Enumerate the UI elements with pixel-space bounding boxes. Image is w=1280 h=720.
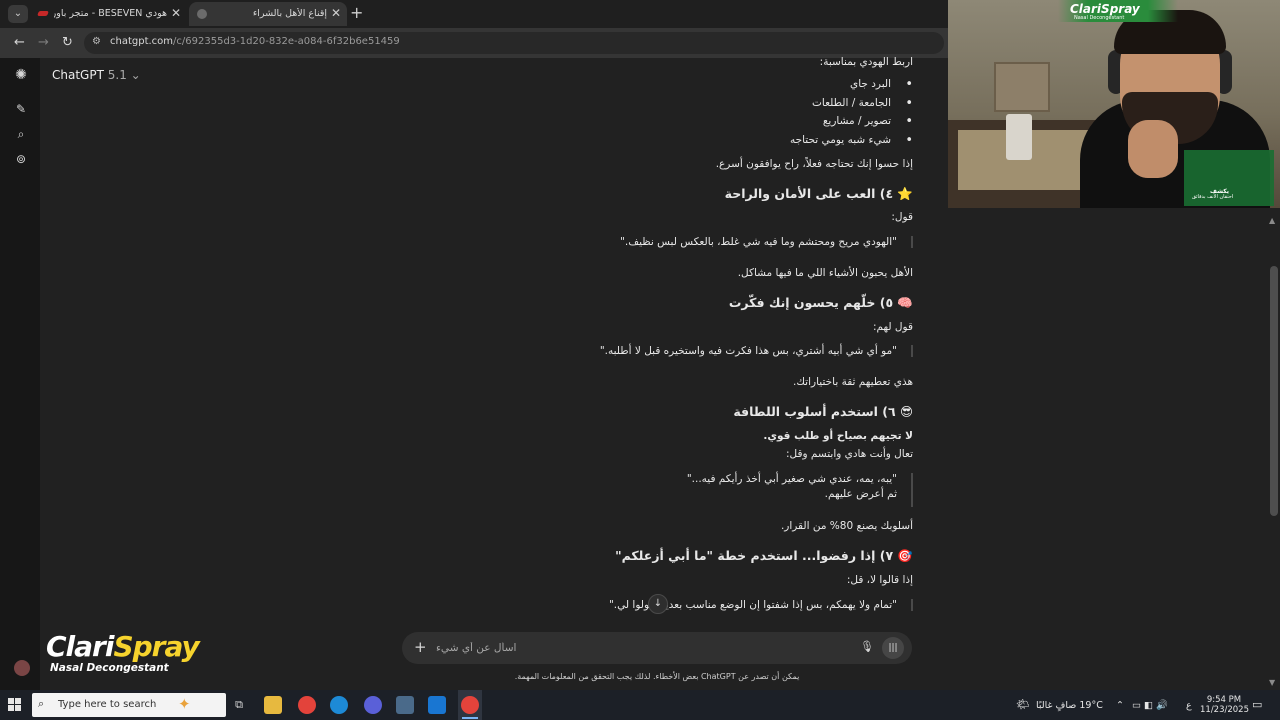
- task-view-icon[interactable]: ⧉: [230, 696, 248, 714]
- chrome-active-icon[interactable]: [461, 696, 479, 714]
- tab-close-icon[interactable]: ✕: [171, 6, 181, 20]
- taskbar-search-placeholder: Type here to search: [58, 699, 157, 710]
- library-icon[interactable]: ⊚: [12, 150, 30, 168]
- section-heading: 🧠 ٥) خلّهم يحسون إنك فكّرت: [728, 295, 913, 310]
- weather-text[interactable]: 19°C صافٍ غالبًا: [1036, 700, 1103, 711]
- search-highlight-icon: ✦: [178, 695, 191, 713]
- message-line: قول لهم:: [873, 321, 913, 333]
- message-line: هذي تعطيهم ثقة باختياراتك.: [793, 376, 913, 388]
- input-language[interactable]: ع: [1186, 700, 1192, 711]
- browser-toolbar: ← → ↻ ⚙ chatgpt.com/c/692355d3-1d20-832e…: [0, 28, 948, 58]
- section-heading: 😎 ٦) استخدم أسلوب اللطافة: [733, 404, 913, 419]
- discord-icon[interactable]: [364, 696, 382, 714]
- webcam-person-hand: [1128, 120, 1178, 178]
- url-text: chatgpt.com/c/692355d3-1d20-832e-a084-6f…: [110, 36, 400, 47]
- chrome-icon[interactable]: [298, 696, 316, 714]
- weather-icon[interactable]: 🌤: [1016, 698, 1030, 711]
- quote-line: ثم أعرض عليهم.: [824, 488, 897, 500]
- windows-start-icon[interactable]: [8, 698, 22, 712]
- chatgpt-logo-icon[interactable]: ✺: [12, 66, 30, 84]
- sponsor-logo-sub: Nasal Decongestant: [50, 662, 169, 674]
- page-scrollbar[interactable]: ▲ ▼: [1268, 214, 1280, 690]
- chevron-down-icon: ⌄: [130, 68, 141, 82]
- list-item: البرد جاي: [850, 77, 913, 92]
- taskbar: ⌕ Type here to search ✦ ⧉ 🌤 19°C صافٍ غا…: [0, 690, 1280, 720]
- message-line-bold: لا تجيهم بصياح أو طلب قوي.: [763, 430, 913, 442]
- model-selector[interactable]: ChatGPT 5.1 ⌄: [52, 68, 141, 82]
- scroll-up-icon[interactable]: ▲: [1269, 216, 1275, 225]
- clock-date: 11/23/2025: [1200, 705, 1249, 715]
- message-line: إذا قالوا لا، قل:: [846, 574, 913, 586]
- scroll-down-icon[interactable]: ↓: [648, 594, 668, 614]
- message-line: قول:: [891, 211, 913, 223]
- new-chat-icon[interactable]: ✎: [12, 100, 30, 118]
- voice-mode-icon[interactable]: |||: [882, 637, 904, 659]
- taskbar-search[interactable]: ⌕ Type here to search ✦: [32, 693, 226, 717]
- message-line: اربط الهودي بمناسبة:: [819, 56, 913, 68]
- edge-icon[interactable]: [330, 696, 348, 714]
- calculator-icon[interactable]: [396, 696, 414, 714]
- screen: ⌄ هودي BESEVEN - متجر باور - ore ✕ إقناع…: [0, 0, 1280, 720]
- webcam-cup: [1006, 114, 1032, 160]
- webcam-overlay: ClariSpray Nasal Decongestant يكشف احتقا…: [948, 0, 1280, 208]
- sponsor-product-sub: احتقان الأنف بدقائق: [1192, 194, 1234, 200]
- back-icon[interactable]: ←: [14, 35, 25, 50]
- sponsor-logo-name: ClariSpray: [46, 630, 200, 663]
- clock-time: 9:54 PM: [1206, 695, 1242, 705]
- sidebar-rail: ✺ ✎ ⌕ ⊚: [0, 58, 40, 690]
- forward-icon[interactable]: →: [38, 35, 49, 50]
- address-bar[interactable]: ⚙ chatgpt.com/c/692355d3-1d20-832e-a084-…: [84, 32, 944, 54]
- webcam-picture-frame: [994, 62, 1050, 112]
- message-line: تعال وأنت هادي وابتسم وقل:: [785, 448, 913, 460]
- app-name: ChatGPT: [52, 68, 104, 82]
- composer: + 🎙 |||: [402, 632, 912, 664]
- browser-tab-strip: ⌄ هودي BESEVEN - متجر باور - ore ✕ إقناع…: [0, 0, 948, 28]
- scroll-down-arrow-icon[interactable]: ▼: [1269, 678, 1275, 687]
- browser-tab-2-active[interactable]: إقناع الأهل بالشراء ✕: [189, 2, 347, 26]
- tab-search-icon[interactable]: ⌄: [8, 5, 28, 23]
- sponsor-brand: ClariSpray: [1070, 2, 1140, 16]
- model-version: 5.1: [107, 68, 127, 82]
- list-item: تصوير / مشاريع: [823, 114, 913, 129]
- message-line: أسلوبك يصنع 80% من القرار.: [780, 520, 913, 532]
- plus-icon[interactable]: +: [414, 638, 427, 656]
- message-line: الأهل يحبون الأشياء اللي ما فيها مشاكل.: [737, 267, 913, 279]
- search-icon[interactable]: ⌕: [12, 125, 30, 143]
- section-heading: 🎯 ٧) إذا رفضوا... استخدم خطة "ما أبي أزع…: [615, 548, 913, 563]
- scrollbar-thumb[interactable]: [1270, 266, 1278, 516]
- disclaimer: يمكن أن تصدر عن ChatGPT بعض الأخطاء. لذل…: [514, 672, 800, 681]
- message-line: إذا حسوا إنك تحتاجه فعلاً، راح يوافقون أ…: [715, 158, 913, 170]
- site-info-icon[interactable]: ⚙: [92, 36, 101, 47]
- file-explorer-icon[interactable]: [264, 696, 282, 714]
- new-tab-icon[interactable]: +: [350, 3, 363, 22]
- message-input[interactable]: [436, 639, 836, 657]
- quote-block: "مو أي شي أبيه أشتري، بس هذا فكرت فيه وا…: [600, 345, 913, 357]
- list-item: الجامعة / الطلعات: [812, 96, 913, 111]
- mic-icon[interactable]: 🎙: [860, 640, 874, 653]
- tab-title: إقناع الأهل بالشراء: [252, 8, 327, 19]
- browser-tab-1[interactable]: هودي BESEVEN - متجر باور - ore ✕: [30, 2, 187, 26]
- avatar[interactable]: [14, 660, 30, 676]
- quote-block: "الهودي مريح ومحتشم وما فيه شي غلط، بالع…: [620, 236, 913, 248]
- list-item: شيء شبه يومي تحتاجه: [790, 133, 913, 148]
- media-app-icon[interactable]: [428, 696, 446, 714]
- tray-icons[interactable]: ▭ ◧ 🔊: [1132, 700, 1168, 711]
- reload-icon[interactable]: ↻: [62, 35, 73, 50]
- sponsor-logo: ClariSpray Nasal Decongestant: [46, 630, 200, 680]
- quote-line: "يبه، يمه، عندي شي صغير أبي أخذ رأيكم في…: [686, 473, 897, 485]
- tab-close-icon[interactable]: ✕: [331, 6, 341, 20]
- search-icon: ⌕: [38, 697, 45, 710]
- sponsor-brand-sub: Nasal Decongestant: [1074, 15, 1125, 21]
- tab-favicon-icon: [197, 9, 207, 19]
- tab-title: هودي BESEVEN - متجر باور - ore: [54, 8, 167, 19]
- notification-icon[interactable]: ▭: [1252, 698, 1262, 711]
- quote-block: "يبه، يمه، عندي شي صغير أبي أخذ رأيكم في…: [687, 473, 913, 507]
- clock[interactable]: 9:54 PM 11/23/2025: [1200, 695, 1249, 715]
- section-heading: ⭐ ٤) العب على الأمان والراحة: [724, 186, 913, 201]
- tray-chevron-icon[interactable]: ⌃: [1116, 700, 1124, 711]
- tab-favicon-icon: [37, 11, 49, 16]
